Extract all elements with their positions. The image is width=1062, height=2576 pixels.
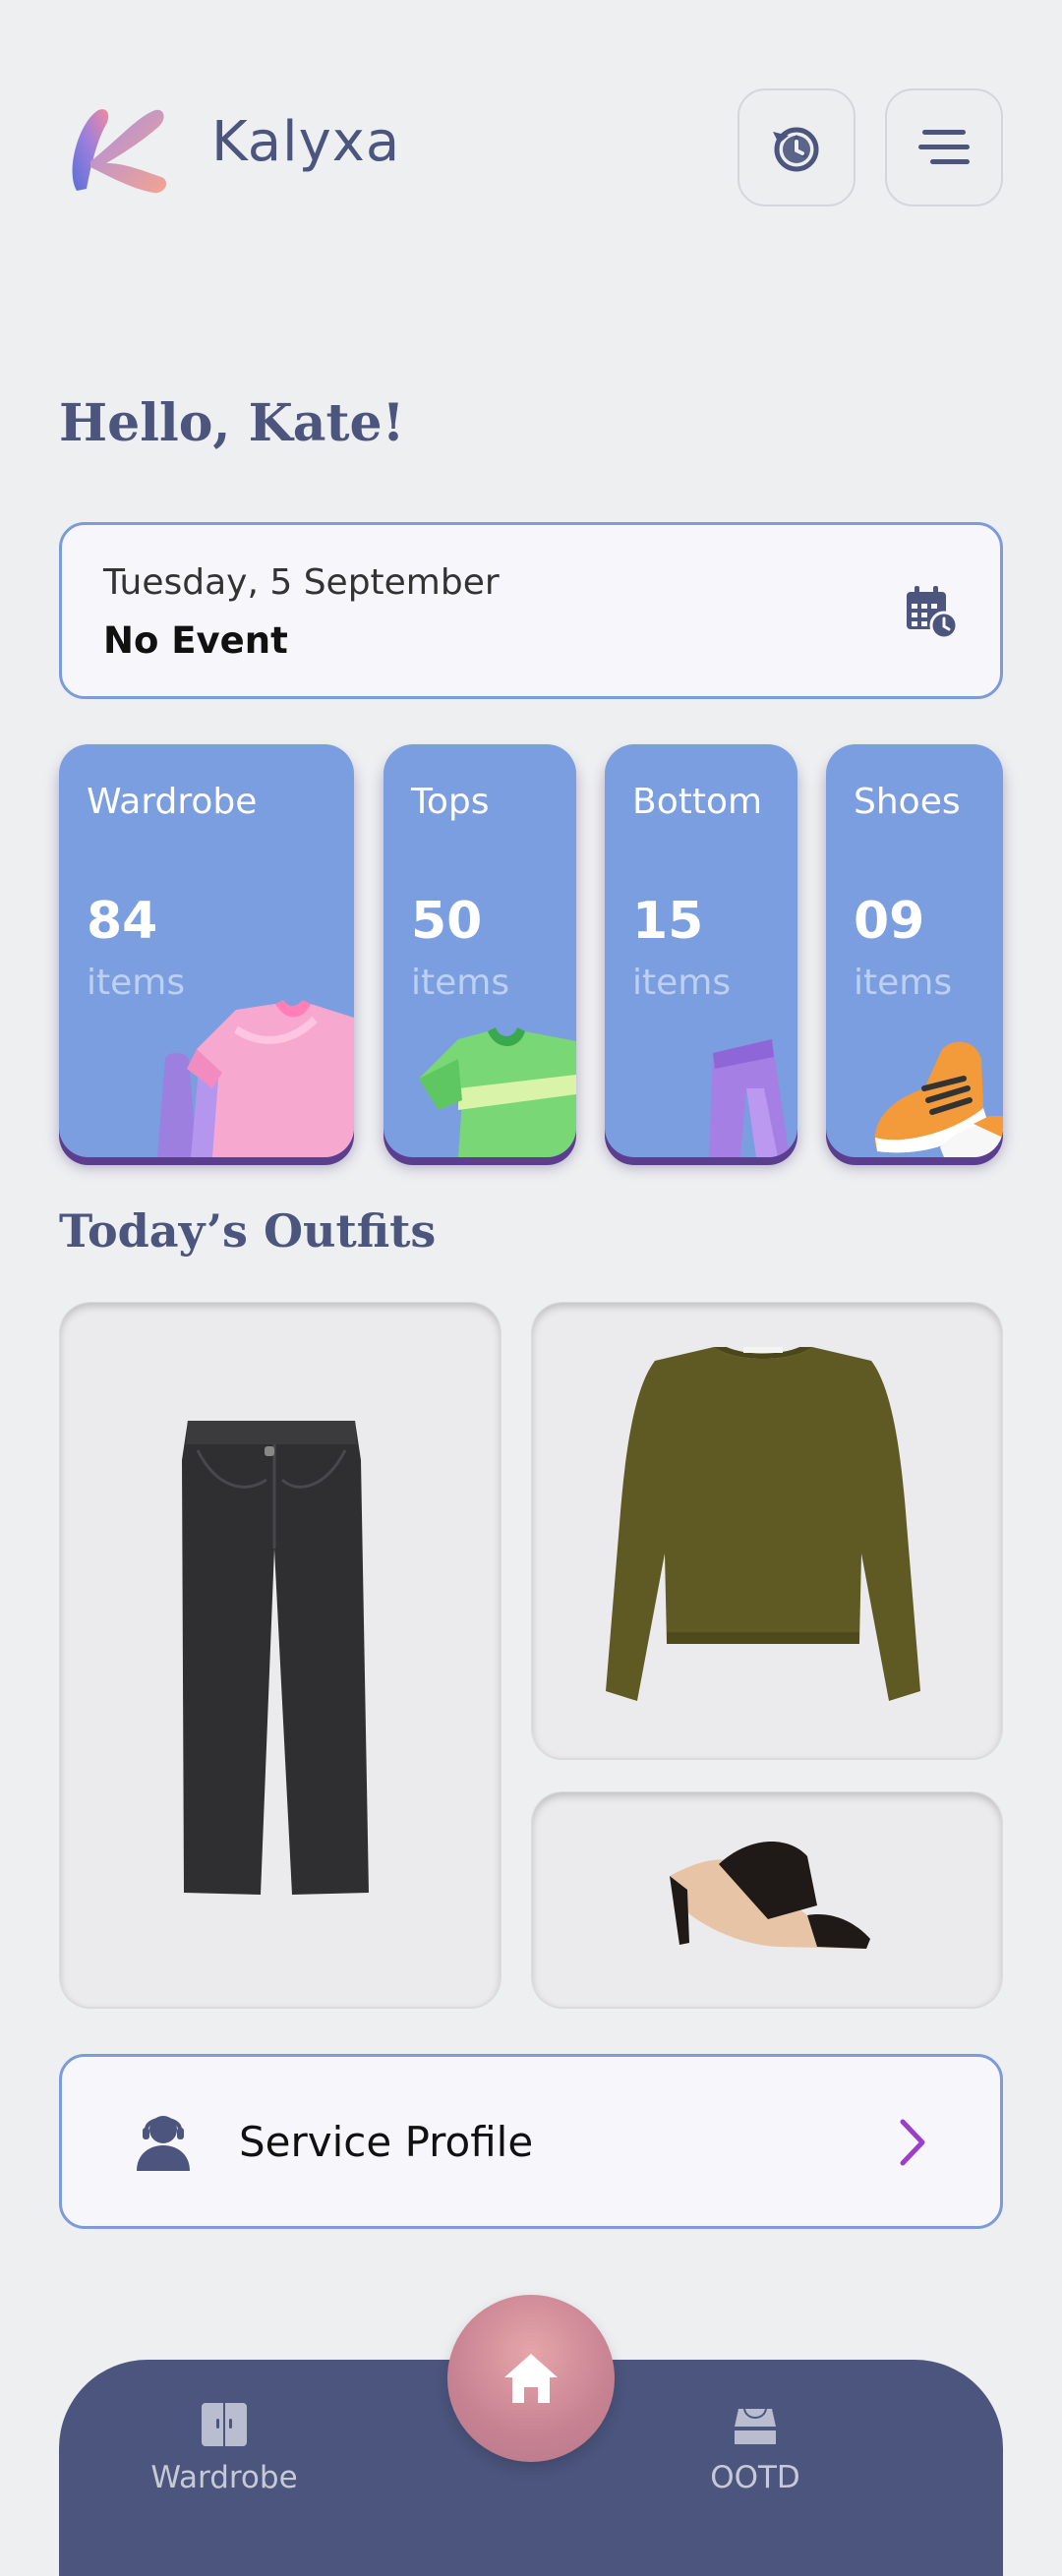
category-unit: items bbox=[411, 963, 510, 1003]
outfit-card-sandal[interactable] bbox=[531, 1791, 1003, 2008]
category-card-wardrobe[interactable]: Wardrobe 84 items bbox=[59, 744, 354, 1157]
history-button[interactable] bbox=[738, 88, 856, 206]
outfit-card-sweater[interactable] bbox=[531, 1302, 1003, 1759]
home-button[interactable] bbox=[447, 2295, 615, 2462]
service-profile-label: Service Profile bbox=[239, 2118, 534, 2166]
current-date: Tuesday, 5 September bbox=[103, 562, 500, 603]
history-icon bbox=[773, 127, 819, 172]
event-status: No Event bbox=[103, 619, 288, 662]
category-count: 09 bbox=[854, 892, 925, 951]
tshirt-icon bbox=[419, 1027, 576, 1157]
menu-button[interactable] bbox=[885, 88, 1003, 206]
support-agent-icon bbox=[137, 2116, 190, 2171]
greeting-heading: Hello, Kate! bbox=[59, 393, 405, 453]
jeans-image bbox=[182, 1421, 369, 1895]
nav-wardrobe[interactable]: Wardrobe bbox=[116, 2401, 332, 2495]
category-name: Shoes bbox=[854, 782, 961, 822]
app-logo bbox=[57, 102, 187, 201]
pants-icon bbox=[709, 1039, 790, 1157]
app-name: Kalyxa bbox=[211, 110, 401, 174]
sweater-image bbox=[606, 1347, 920, 1701]
category-name: Wardrobe bbox=[87, 782, 258, 822]
wardrobe-clothes-icon bbox=[157, 1000, 354, 1157]
category-card-bottom[interactable]: Bottom 15 items bbox=[605, 744, 797, 1157]
nav-ootd-label: OOTD bbox=[710, 2460, 800, 2495]
date-event-card[interactable]: Tuesday, 5 September No Event bbox=[59, 522, 1003, 699]
outfit-card-jeans[interactable] bbox=[59, 1302, 502, 2008]
sandal-image bbox=[670, 1842, 870, 1949]
category-name: Tops bbox=[411, 782, 490, 822]
category-count: 15 bbox=[632, 892, 704, 951]
calendar-clock-icon[interactable] bbox=[903, 584, 958, 639]
nav-ootd[interactable]: OOTD bbox=[647, 2401, 863, 2495]
service-profile-button[interactable]: Service Profile bbox=[59, 2054, 1003, 2229]
sneakers-icon bbox=[874, 1041, 1003, 1157]
outfits-heading: Today’s Outfits bbox=[59, 1204, 437, 1258]
home-icon bbox=[504, 2354, 558, 2403]
chevron-right-icon bbox=[900, 2119, 925, 2166]
category-name: Bottom bbox=[632, 782, 763, 822]
category-count: 84 bbox=[87, 892, 158, 951]
nav-wardrobe-label: Wardrobe bbox=[150, 2460, 298, 2495]
category-card-shoes[interactable]: Shoes 09 items bbox=[826, 744, 1003, 1157]
category-card-tops[interactable]: Tops 50 items bbox=[384, 744, 576, 1157]
category-count: 50 bbox=[411, 892, 483, 951]
wardrobe-icon bbox=[202, 2403, 247, 2446]
category-unit: items bbox=[854, 963, 953, 1003]
menu-icon bbox=[918, 130, 970, 164]
ootd-icon bbox=[735, 2408, 776, 2444]
category-unit: items bbox=[632, 963, 732, 1003]
